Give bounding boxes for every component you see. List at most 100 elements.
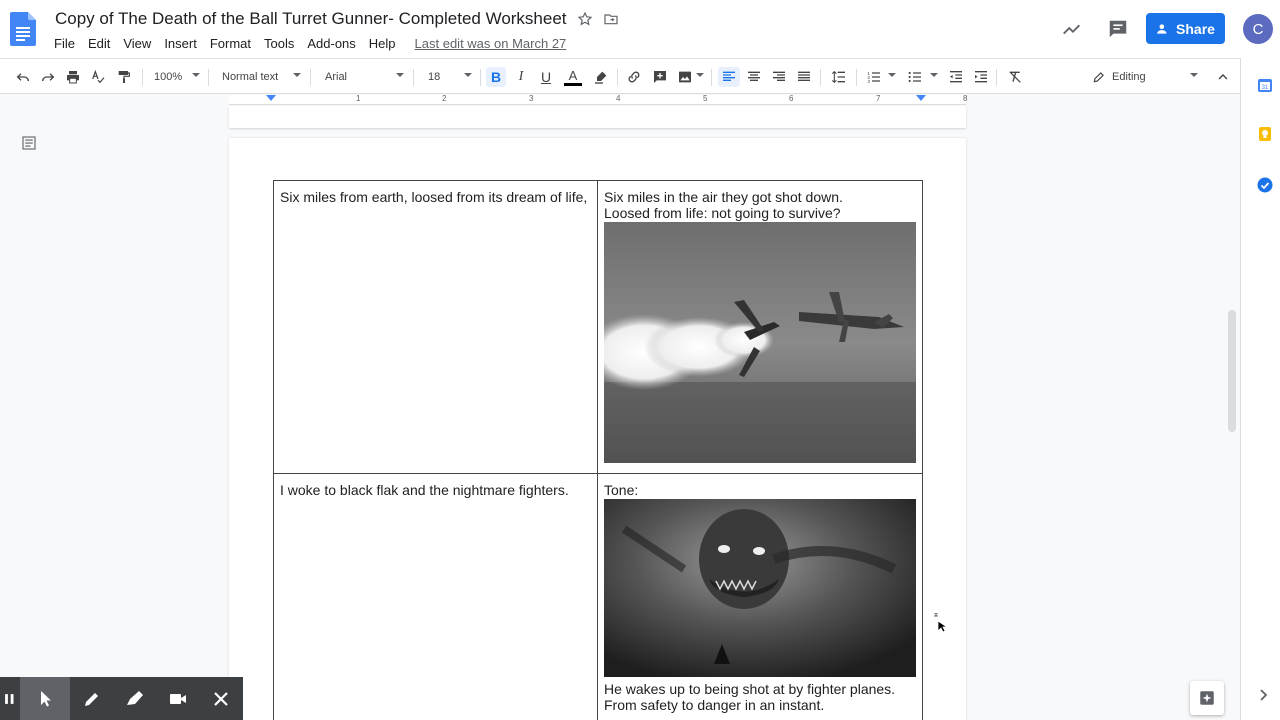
insert-comment-button[interactable] bbox=[651, 67, 669, 87]
annotation-toolbar bbox=[0, 677, 243, 720]
menu-file[interactable]: File bbox=[54, 36, 75, 51]
justify-icon bbox=[798, 71, 810, 81]
decrease-indent-button[interactable] bbox=[947, 67, 965, 87]
editing-mode-label: Editing bbox=[1112, 71, 1146, 83]
camera-button[interactable] bbox=[156, 677, 199, 720]
align-center-button[interactable] bbox=[745, 67, 763, 87]
align-left-icon bbox=[723, 71, 735, 81]
menu-addons[interactable]: Add-ons bbox=[307, 36, 355, 51]
font-family-select[interactable]: Arial bbox=[325, 67, 385, 87]
menu-view[interactable]: View bbox=[123, 36, 151, 51]
undo-button[interactable] bbox=[14, 67, 32, 87]
spellcheck-button[interactable] bbox=[89, 67, 107, 87]
table-row: Six miles from earth, loosed from its dr… bbox=[273, 180, 923, 474]
toolbar-divider bbox=[142, 69, 143, 86]
pointer-tool-button[interactable] bbox=[20, 677, 70, 720]
nightmare-creature-image[interactable] bbox=[604, 499, 916, 677]
toolbar-divider bbox=[617, 69, 618, 86]
align-center-icon bbox=[748, 71, 760, 81]
bulleted-list-button[interactable] bbox=[906, 67, 924, 87]
redo-button[interactable] bbox=[39, 67, 57, 87]
left-indent-marker-icon[interactable] bbox=[266, 95, 276, 105]
title-row: Copy of The Death of the Ball Turret Gun… bbox=[55, 9, 619, 29]
highlight-color-button[interactable] bbox=[592, 67, 610, 87]
text-color-swatch bbox=[564, 82, 582, 86]
vertical-scrollbar[interactable] bbox=[1228, 310, 1236, 432]
align-right-icon bbox=[773, 71, 785, 81]
clear-formatting-icon bbox=[1009, 71, 1021, 83]
insert-image-button[interactable] bbox=[676, 67, 694, 87]
right-indent-marker-icon[interactable] bbox=[916, 95, 926, 105]
numbered-list-button[interactable]: 123 bbox=[865, 67, 883, 87]
close-annotation-button[interactable] bbox=[199, 677, 242, 720]
chevron-down-icon bbox=[396, 73, 404, 77]
comments-icon[interactable] bbox=[1107, 18, 1129, 40]
menu-tools[interactable]: Tools bbox=[264, 36, 294, 51]
docs-logo-icon[interactable] bbox=[10, 12, 36, 46]
paragraph-style-select[interactable]: Normal text bbox=[222, 67, 288, 87]
ruler-number: 2 bbox=[442, 94, 447, 103]
tasks-icon[interactable] bbox=[1257, 177, 1273, 193]
pen-tool-button[interactable] bbox=[70, 677, 113, 720]
align-right-button[interactable] bbox=[770, 67, 788, 87]
share-label: Share bbox=[1176, 20, 1215, 37]
activity-trend-icon[interactable] bbox=[1061, 18, 1083, 40]
menu-format[interactable]: Format bbox=[210, 36, 251, 51]
menu-insert[interactable]: Insert bbox=[164, 36, 197, 51]
underline-button[interactable]: U bbox=[537, 67, 555, 87]
menu-help[interactable]: Help bbox=[369, 36, 396, 51]
spellcheck-icon bbox=[92, 69, 105, 84]
chevron-down-icon bbox=[888, 73, 896, 77]
zoom-select[interactable]: 100% bbox=[154, 67, 184, 87]
font-size-select[interactable]: 18 bbox=[428, 67, 452, 87]
align-left-button[interactable] bbox=[718, 67, 740, 87]
video-camera-icon bbox=[169, 693, 186, 704]
poem-line-cell[interactable]: I woke to black flak and the nightmare f… bbox=[273, 473, 598, 720]
paint-format-button[interactable] bbox=[115, 67, 133, 87]
calendar-icon[interactable]: 31 bbox=[1257, 77, 1273, 93]
analysis-cell[interactable]: Six miles in the air they got shot down.… bbox=[597, 180, 923, 474]
pointer-icon bbox=[41, 690, 51, 706]
last-edit-link[interactable]: Last edit was on March 27 bbox=[415, 36, 567, 51]
bomber-plane-photo[interactable] bbox=[604, 222, 916, 463]
chevron-right-icon[interactable] bbox=[1258, 688, 1270, 702]
toolbar-divider bbox=[711, 69, 712, 86]
bold-button[interactable]: B bbox=[486, 67, 506, 87]
chevron-down-icon bbox=[1190, 73, 1198, 77]
clear-formatting-button[interactable] bbox=[1006, 67, 1024, 87]
highlighter-tool-button[interactable] bbox=[113, 677, 156, 720]
menu-bar: File Edit View Insert Format Tools Add-o… bbox=[54, 36, 566, 51]
app-header: Copy of The Death of the Ball Turret Gun… bbox=[0, 0, 1280, 58]
explore-button[interactable] bbox=[1190, 681, 1224, 715]
horizontal-ruler[interactable]: 1 2 3 4 5 6 7 8 bbox=[229, 94, 967, 105]
close-icon bbox=[213, 691, 228, 706]
chevron-down-icon bbox=[192, 73, 200, 77]
toolbar-divider bbox=[996, 69, 997, 86]
document-outline-icon[interactable] bbox=[20, 134, 38, 152]
highlighter-icon bbox=[595, 71, 607, 84]
increase-indent-button[interactable] bbox=[972, 67, 990, 87]
person-add-icon bbox=[1157, 23, 1167, 34]
hide-menus-button[interactable] bbox=[1214, 67, 1232, 87]
text-color-button[interactable]: A bbox=[563, 67, 583, 87]
editing-mode-select[interactable]: Editing bbox=[1092, 67, 1162, 87]
line-spacing-button[interactable] bbox=[830, 67, 848, 87]
document-title[interactable]: Copy of The Death of the Ball Turret Gun… bbox=[55, 9, 567, 29]
table-row: I woke to black flak and the nightmare f… bbox=[273, 473, 923, 720]
toolbar-divider bbox=[856, 69, 857, 86]
numbered-list-icon: 123 bbox=[867, 71, 880, 84]
move-folder-icon[interactable] bbox=[603, 11, 619, 27]
keep-notes-icon[interactable] bbox=[1257, 126, 1273, 142]
share-button[interactable]: Share bbox=[1146, 13, 1225, 44]
justify-button[interactable] bbox=[795, 67, 813, 87]
star-icon[interactable] bbox=[577, 11, 593, 27]
insert-link-button[interactable] bbox=[625, 67, 643, 87]
account-avatar[interactable]: C bbox=[1243, 14, 1273, 44]
menu-edit[interactable]: Edit bbox=[88, 36, 110, 51]
poem-line-cell[interactable]: Six miles from earth, loosed from its dr… bbox=[273, 180, 598, 474]
toolbar-divider bbox=[820, 69, 821, 86]
pause-button[interactable] bbox=[0, 677, 20, 720]
analysis-cell[interactable]: Tone: He wakes up to being shot at by fi… bbox=[597, 473, 923, 720]
print-button[interactable] bbox=[64, 67, 82, 87]
italic-button[interactable]: I bbox=[512, 67, 530, 87]
